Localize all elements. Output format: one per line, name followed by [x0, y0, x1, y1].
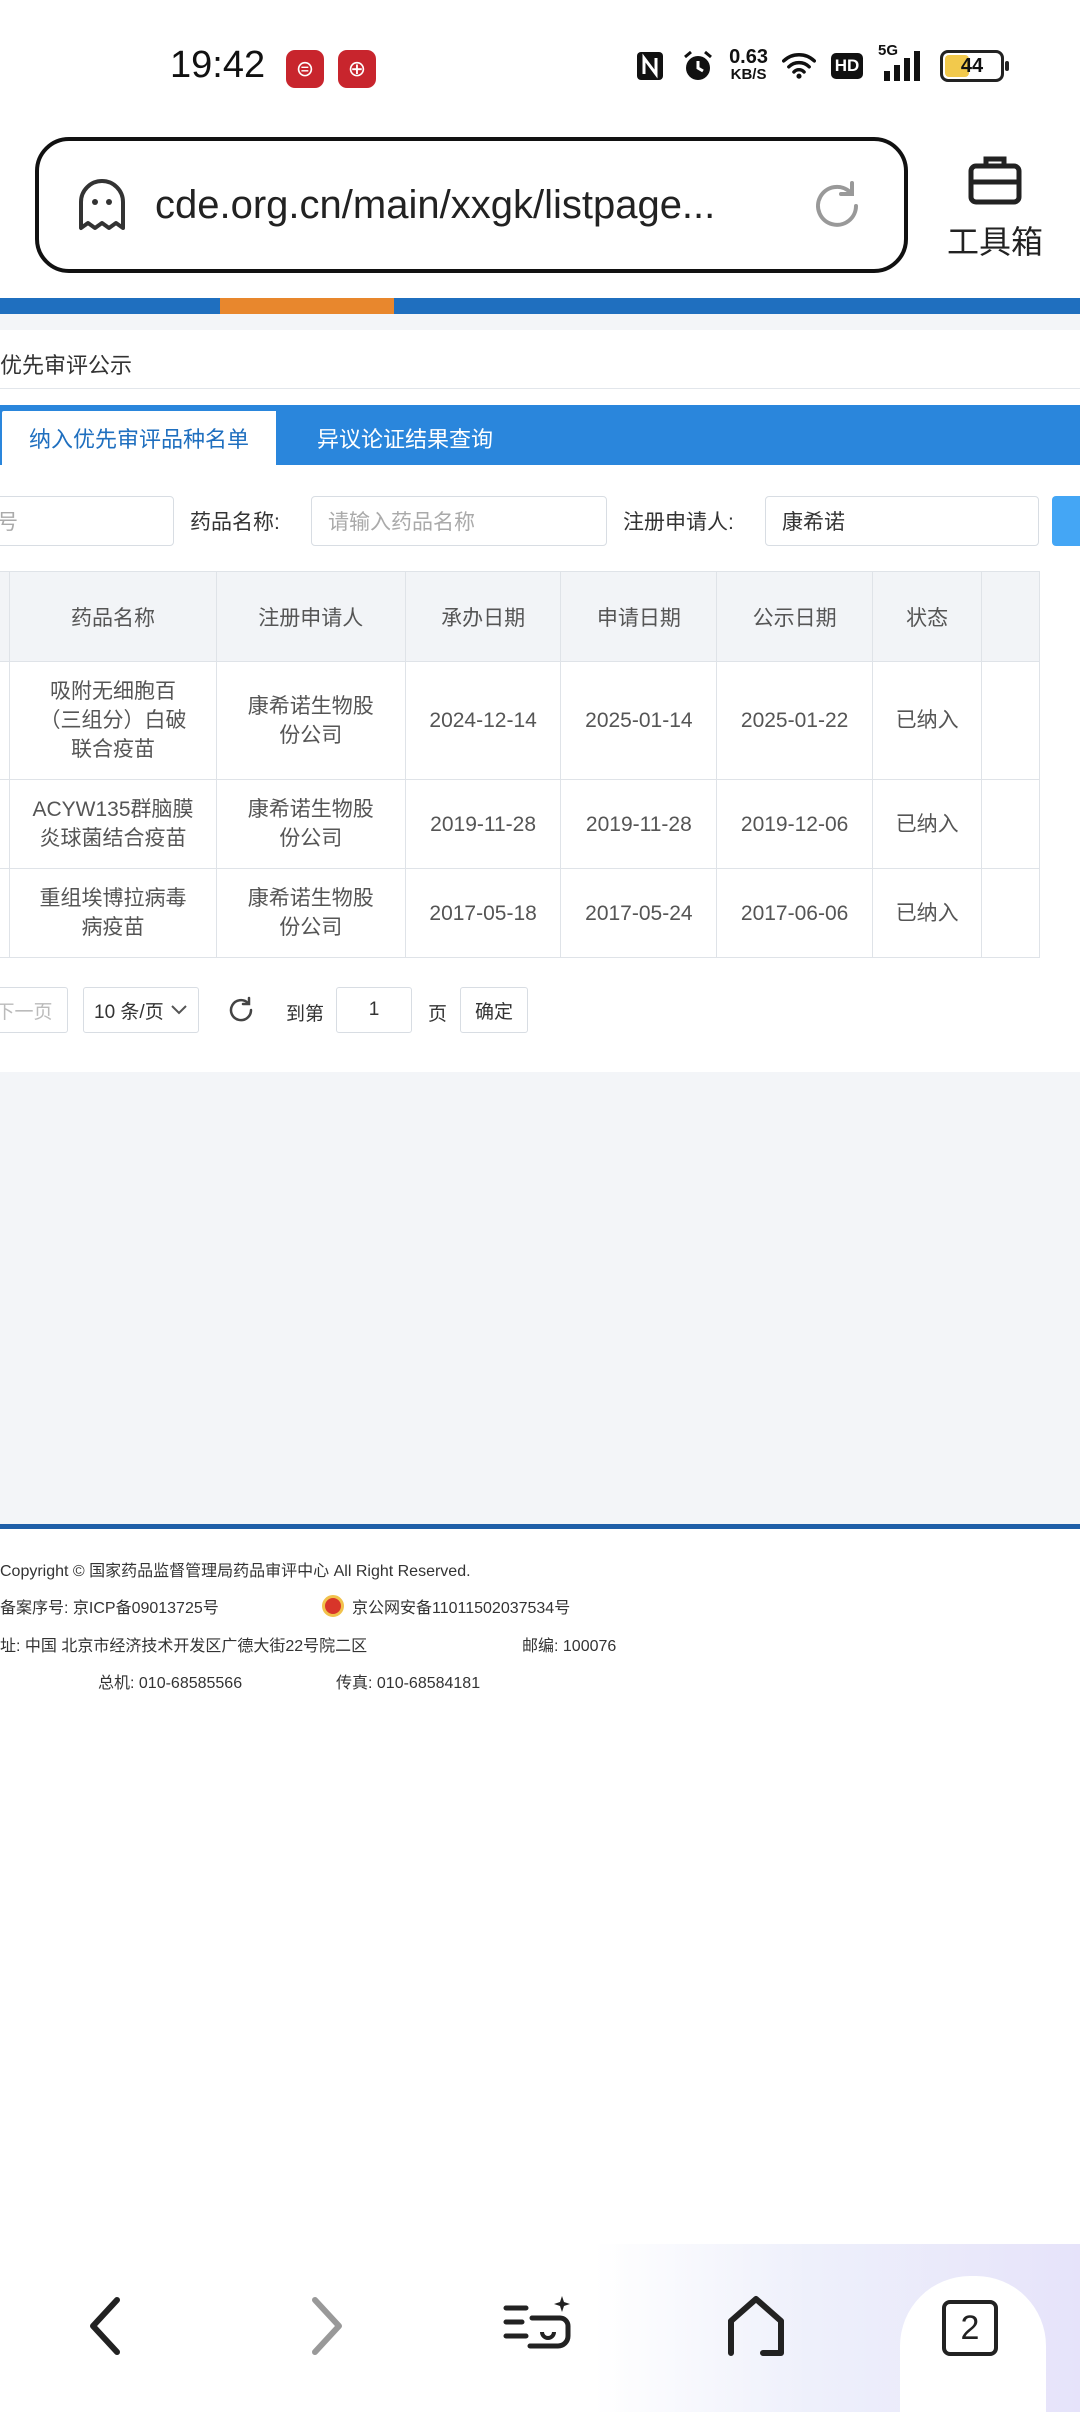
- net-speed: 0.63 KB/S: [729, 46, 768, 83]
- footer-fax: 传真: 010-68584181: [336, 1675, 481, 1692]
- tab-bar: 纳入优先审评品种名单 异议论证结果查询: [0, 405, 1080, 465]
- acceptance-number-field[interactable]: 号: [0, 496, 174, 546]
- page-number-input[interactable]: 1: [336, 987, 412, 1033]
- footer-address: 址: 中国 北京市经济技术开发区广德大街22号院二区: [0, 1638, 368, 1655]
- applicant-cell: 康希诺生物股份公司: [215, 779, 406, 869]
- site-header-stripe: [0, 298, 1080, 314]
- alarm-icon: [681, 48, 715, 84]
- tab-priority-list[interactable]: 纳入优先审评品种名单: [2, 411, 276, 465]
- boc-app-icon: ⊕: [338, 50, 376, 88]
- table-cell: [981, 868, 1040, 958]
- applicant-input[interactable]: 康希诺: [765, 496, 1039, 546]
- home-button[interactable]: [720, 2290, 792, 2362]
- table-header-row: 药品名称 注册申请人 承办日期 申请日期 公示日期 状态: [0, 571, 1040, 662]
- status-cell: 已纳入: [871, 779, 983, 869]
- footer-phone: 总机: 010-68585566: [98, 1675, 243, 1692]
- accept-date-cell: 2017-05-18: [404, 868, 562, 958]
- goto-label: 到第: [286, 1004, 325, 1025]
- footer-divider: [0, 1524, 1080, 1529]
- prev-page-button[interactable]: 下一页: [0, 987, 68, 1033]
- applicant-label: 注册申请人:: [623, 511, 734, 534]
- drug-name-cell[interactable]: ACYW135群脑膜炎球菌结合疫苗: [9, 779, 217, 869]
- publish-date-cell: 2017-06-06: [716, 868, 873, 958]
- hd-icon: HD: [830, 48, 864, 84]
- tab-objection-results[interactable]: 异议论证结果查询: [282, 411, 528, 465]
- table-header-cell: [0, 571, 11, 662]
- wifi-icon: [782, 48, 816, 84]
- incognito-ghost-icon: [79, 179, 125, 230]
- ai-assistant-button[interactable]: [502, 2290, 574, 2362]
- table-header-cell: 申请日期: [560, 571, 718, 662]
- signal-icon: 5G: [878, 42, 926, 84]
- refresh-icon[interactable]: [226, 995, 256, 1025]
- applicant-cell: 康希诺生物股份公司: [215, 661, 406, 780]
- table-row[interactable]: 重组埃博拉病毒病疫苗 康希诺生物股份公司 2017-05-18 2017-05-…: [0, 868, 1040, 958]
- status-bar: 19:42 ⊜ ⊕ 0.63 KB/S HD 5G 44: [0, 0, 1080, 138]
- forward-arrow-icon: [312, 2297, 342, 2355]
- status-time: 19:42: [170, 44, 266, 86]
- forward-button[interactable]: [290, 2290, 362, 2362]
- drug-name-cell[interactable]: 吸附无细胞百（三组分）白破联合疫苗: [9, 661, 217, 780]
- page-size-select[interactable]: 10 条/页: [83, 987, 199, 1033]
- toolbox-button[interactable]: 工具箱: [940, 150, 1050, 263]
- back-button[interactable]: [70, 2290, 142, 2362]
- tabs-count-button[interactable]: 2: [942, 2300, 998, 2356]
- footer-copyright: Copyright © 国家药品监督管理局药品审评中心 All Right Re…: [0, 1563, 471, 1580]
- table-row[interactable]: 吸附无细胞百（三组分）白破联合疫苗 康希诺生物股份公司 2024-12-14 2…: [0, 661, 1040, 780]
- table-cell: [981, 661, 1040, 780]
- status-cell: 已纳入: [871, 868, 983, 958]
- table-header-cell: 注册申请人: [215, 571, 406, 662]
- table-header-cell: 公示日期: [716, 571, 873, 662]
- table-row[interactable]: ACYW135群脑膜炎球菌结合疫苗 康希诺生物股份公司 2019-11-28 2…: [0, 779, 1040, 869]
- home-icon: [728, 2296, 784, 2356]
- apply-date-cell: 2025-01-14: [560, 661, 718, 780]
- accept-date-cell: 2019-11-28: [404, 779, 562, 869]
- table-cell: [981, 779, 1040, 869]
- status-indicators: 0.63 KB/S HD 5G 44: [633, 42, 1009, 84]
- table-header-cell: 状态: [871, 571, 983, 662]
- drug-name-input[interactable]: 请输入药品名称: [311, 496, 607, 546]
- table-header-cell: 承办日期: [404, 571, 562, 662]
- toolbox-label: 工具箱: [946, 224, 1043, 260]
- publish-date-cell: 2019-12-06: [716, 779, 873, 869]
- publish-date-cell: 2025-01-22: [716, 661, 873, 780]
- toolbox-icon: [968, 156, 1022, 205]
- bank-app-icon: ⊜: [286, 50, 324, 88]
- address-bar[interactable]: cde.org.cn/main/xxgk/listpage...: [35, 137, 908, 273]
- breadcrumb[interactable]: 优先审评公示: [0, 348, 132, 380]
- table-cell: [0, 661, 11, 780]
- table-header-cell: [981, 571, 1040, 662]
- apply-date-cell: 2017-05-24: [560, 868, 718, 958]
- divider: [0, 388, 1080, 389]
- table-cell: [0, 779, 11, 869]
- url-text[interactable]: cde.org.cn/main/xxgk/listpage...: [155, 183, 755, 228]
- ai-chat-icon: [503, 2296, 571, 2349]
- applicant-cell: 康希诺生物股份公司: [215, 868, 406, 958]
- battery-indicator: 44: [940, 50, 1009, 82]
- drug-name-label: 药品名称:: [190, 511, 280, 534]
- chevron-down-icon: [171, 1005, 187, 1015]
- apply-date-cell: 2019-11-28: [560, 779, 718, 869]
- footer-police-record[interactable]: 京公网安备11011502037534号: [322, 1594, 570, 1618]
- police-badge-icon: [322, 1595, 344, 1617]
- nfc-icon: [633, 48, 667, 84]
- table-header-cell: 药品名称: [9, 571, 217, 662]
- drug-name-cell[interactable]: 重组埃博拉病毒病疫苗: [9, 868, 217, 958]
- table-cell: [0, 868, 11, 958]
- reload-icon[interactable]: [808, 177, 866, 235]
- status-cell: 已纳入: [871, 661, 983, 780]
- footer-icp[interactable]: 备案序号: 京ICP备09013725号: [0, 1594, 219, 1618]
- search-button[interactable]: [1052, 496, 1080, 546]
- footer-postcode: 邮编: 100076: [522, 1638, 617, 1655]
- confirm-button[interactable]: 确定: [460, 987, 528, 1033]
- page-unit-label: 页: [428, 1004, 448, 1025]
- accept-date-cell: 2024-12-14: [404, 661, 562, 780]
- results-table: 药品名称 注册申请人 承办日期 申请日期 公示日期 状态 吸附无细胞百（三组分）…: [0, 571, 1040, 958]
- back-arrow-icon: [90, 2297, 120, 2355]
